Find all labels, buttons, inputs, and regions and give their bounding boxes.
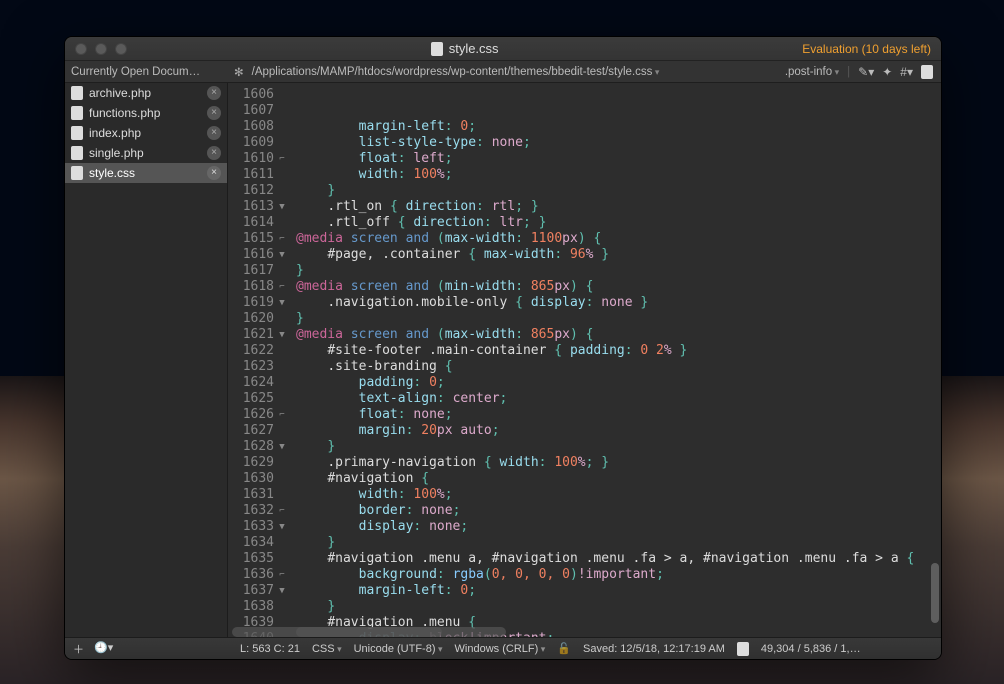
- editor-pane: 16061607160816091610⌐161116121613▼161416…: [228, 83, 941, 637]
- sidebar-item-index-php[interactable]: index.php ×: [65, 123, 227, 143]
- code-line[interactable]: float: none;: [296, 407, 941, 423]
- hash-icon[interactable]: #▾: [900, 65, 913, 79]
- file-icon: [71, 126, 83, 140]
- window-title: style.css: [449, 41, 499, 56]
- traffic-lights: [75, 43, 127, 55]
- sidebar-item-single-php[interactable]: single.php ×: [65, 143, 227, 163]
- saved-timestamp: Saved: 12/5/18, 12:17:19 AM: [583, 643, 725, 655]
- recent-documents-button[interactable]: 🕘▾: [94, 641, 113, 657]
- code-line[interactable]: }: [296, 439, 941, 455]
- horizontal-scrollbar[interactable]: [232, 627, 442, 637]
- code-line[interactable]: margin-left: 0;: [296, 583, 941, 599]
- evaluation-notice: Evaluation (10 days left): [802, 42, 931, 56]
- file-icon: [71, 86, 83, 100]
- sidebar-settings-gear-icon[interactable]: ✻: [228, 65, 250, 79]
- code-line[interactable]: .site-branding {: [296, 359, 941, 375]
- code-line[interactable]: list-style-type: none;: [296, 135, 941, 151]
- code-line[interactable]: @media screen and (max-width: 865px) {: [296, 327, 941, 343]
- sidebar-item-label: single.php: [89, 146, 144, 160]
- symbol-navigator[interactable]: .post-info: [785, 66, 839, 78]
- code-line[interactable]: #navigation .menu a, #navigation .menu .…: [296, 551, 941, 567]
- close-file-button[interactable]: ×: [207, 86, 221, 100]
- close-window-button[interactable]: [75, 43, 87, 55]
- sidebar-item-label: functions.php: [89, 106, 160, 120]
- magic-wand-icon[interactable]: ✦: [882, 65, 892, 79]
- language-picker[interactable]: CSS: [312, 643, 342, 655]
- sidebar-item-functions-php[interactable]: functions.php ×: [65, 103, 227, 123]
- encoding-picker[interactable]: Unicode (UTF-8): [354, 643, 443, 655]
- code-line[interactable]: margin-left: 0;: [296, 119, 941, 135]
- code-line[interactable]: padding: 0;: [296, 375, 941, 391]
- sidebar-item-label: archive.php: [89, 86, 151, 100]
- titlebar[interactable]: style.css Evaluation (10 days left): [65, 37, 941, 61]
- code-line[interactable]: width: 100%;: [296, 487, 941, 503]
- sidebar-item-label: index.php: [89, 126, 141, 140]
- code-line[interactable]: #site-footer .main-container { padding: …: [296, 343, 941, 359]
- character-counts: 49,304 / 5,836 / 1,…: [761, 643, 861, 655]
- code-line[interactable]: display: none;: [296, 519, 941, 535]
- code-line[interactable]: .rtl_on { direction: rtl; }: [296, 199, 941, 215]
- code-line[interactable]: margin: 20px auto;: [296, 423, 941, 439]
- lock-icon[interactable]: 🔓: [557, 642, 571, 655]
- code-line[interactable]: .rtl_off { direction: ltr; }: [296, 215, 941, 231]
- pencil-icon[interactable]: ✎▾: [858, 65, 874, 79]
- close-file-button[interactable]: ×: [207, 106, 221, 120]
- code-line[interactable]: }: [296, 535, 941, 551]
- code-line[interactable]: border: none;: [296, 503, 941, 519]
- cursor-position[interactable]: L: 563 C: 21: [240, 643, 300, 655]
- sidebar-header-label: Currently Open Docum…: [71, 66, 200, 78]
- code-content[interactable]: margin-left: 0; list-style-type: none; f…: [292, 83, 941, 637]
- code-line[interactable]: }: [296, 183, 941, 199]
- toolbar: Currently Open Docum… ✻ /Applications/MA…: [65, 61, 941, 83]
- code-line[interactable]: text-align: center;: [296, 391, 941, 407]
- code-line[interactable]: @media screen and (min-width: 865px) {: [296, 279, 941, 295]
- new-document-button[interactable]: ＋: [73, 641, 84, 657]
- sidebar-item-style-css[interactable]: style.css ×: [65, 163, 227, 183]
- zoom-window-button[interactable]: [115, 43, 127, 55]
- open-documents-sidebar: archive.php×functions.php×index.php×sing…: [65, 83, 228, 637]
- code-line[interactable]: }: [296, 311, 941, 327]
- close-file-button[interactable]: ×: [207, 166, 221, 180]
- path-navigator[interactable]: /Applications/MAMP/htdocs/wordpress/wp-c…: [252, 66, 660, 78]
- line-endings-picker[interactable]: Windows (CRLF): [455, 643, 546, 655]
- sidebar-item-archive-php[interactable]: archive.php ×: [65, 83, 227, 103]
- sidebar-item-label: style.css: [89, 166, 135, 180]
- code-line[interactable]: }: [296, 599, 941, 615]
- file-icon: [71, 146, 83, 160]
- editor-window: style.css Evaluation (10 days left) Curr…: [64, 36, 942, 660]
- vertical-scrollbar[interactable]: [931, 563, 939, 623]
- code-line[interactable]: width: 100%;: [296, 167, 941, 183]
- close-file-button[interactable]: ×: [207, 146, 221, 160]
- code-line[interactable]: .navigation.mobile-only { display: none …: [296, 295, 941, 311]
- statusbar: ＋ 🕘▾ L: 563 C: 21 CSS Unicode (UTF-8) Wi…: [65, 637, 941, 659]
- code-line[interactable]: #navigation {: [296, 471, 941, 487]
- code-line[interactable]: @media screen and (max-width: 1100px) {: [296, 231, 941, 247]
- code-line[interactable]: float: left;: [296, 151, 941, 167]
- code-line[interactable]: background: rgba(0, 0, 0, 0)!important;: [296, 567, 941, 583]
- file-icon: [71, 106, 83, 120]
- line-number-gutter[interactable]: 16061607160816091610⌐161116121613▼161416…: [228, 83, 292, 637]
- document-icon: [431, 42, 443, 56]
- code-line[interactable]: #page, .container { max-width: 96% }: [296, 247, 941, 263]
- code-line[interactable]: }: [296, 263, 941, 279]
- file-icon: [71, 166, 83, 180]
- close-file-button[interactable]: ×: [207, 126, 221, 140]
- code-line[interactable]: .primary-navigation { width: 100%; }: [296, 455, 941, 471]
- document-info-icon[interactable]: [737, 642, 749, 656]
- minimize-window-button[interactable]: [95, 43, 107, 55]
- counterpart-icon[interactable]: [921, 65, 933, 79]
